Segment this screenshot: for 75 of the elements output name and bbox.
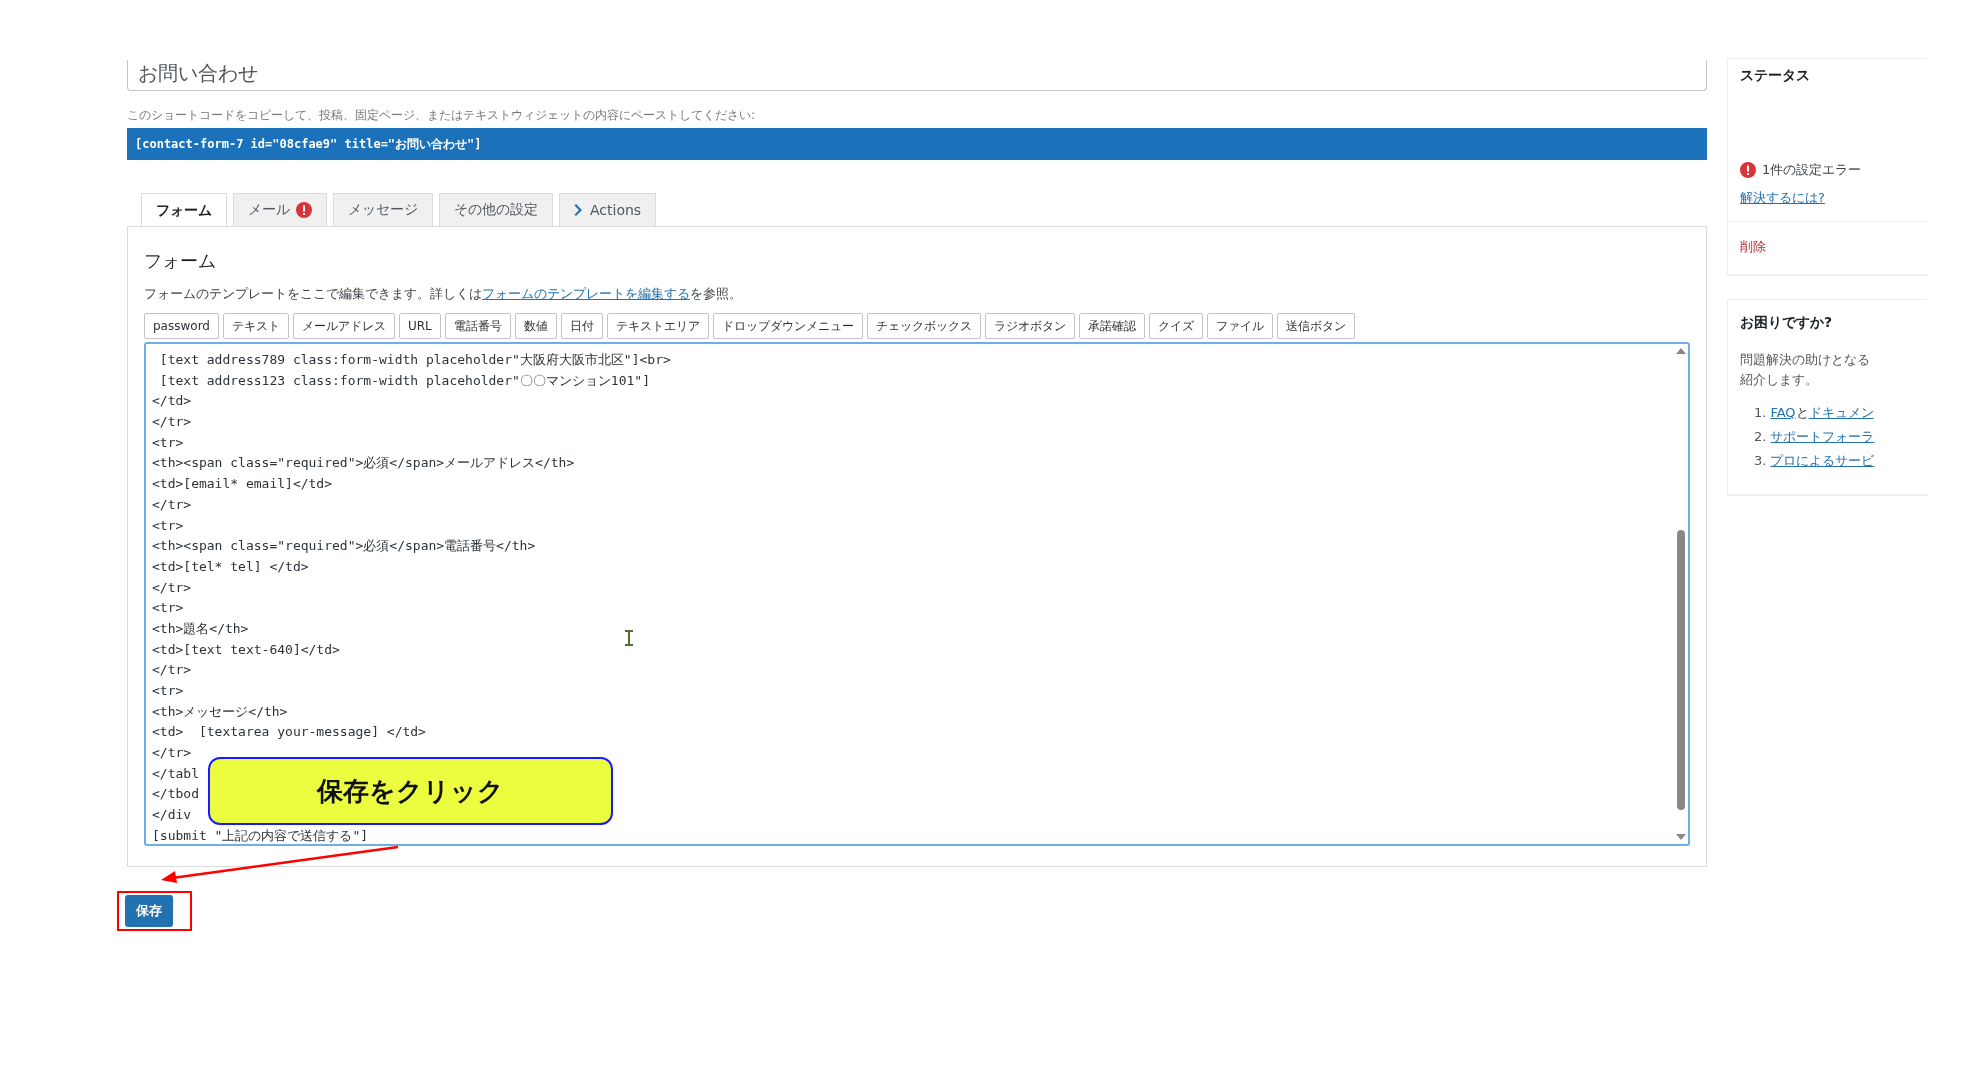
list-number: 1. — [1754, 405, 1767, 420]
tag-button[interactable]: テキストエリア — [606, 313, 709, 339]
tag-button[interactable]: テキスト — [223, 313, 289, 339]
tag-button[interactable]: チェックボックス — [866, 313, 981, 339]
tag-button[interactable]: 数値 — [514, 313, 557, 339]
help-link[interactable]: サポートフォーラ — [1770, 429, 1875, 444]
code-line: <tr> — [152, 599, 184, 618]
code-line: </div — [152, 806, 192, 825]
code-line: <tr> — [152, 682, 184, 700]
tag-button[interactable]: 電話番号 — [444, 313, 511, 339]
tag-button[interactable]: 承諾確認 — [1078, 313, 1145, 339]
tag-button[interactable]: ラジオボタン — [984, 313, 1075, 339]
help-link[interactable]: プロによるサービ — [1770, 453, 1875, 468]
code-line: [submit "上記の内容で送信する"] — [152, 826, 369, 845]
section-heading: フォーム — [144, 249, 217, 273]
help-text: と — [1795, 405, 1809, 420]
tag-button[interactable]: URL — [399, 313, 441, 339]
scroll-down-icon[interactable] — [1676, 834, 1686, 840]
shortcode-hint: このショートコードをコピーして、投稿、固定ページ、またはテキストウィジェットの内容にペーストしてください: — [127, 107, 757, 124]
code-line: </tr> — [152, 495, 192, 514]
tag-button[interactable]: ドロップダウンメニュー — [712, 313, 863, 339]
code-line: </tbod — [152, 785, 199, 804]
tab[interactable]: その他の設定 — [439, 193, 553, 226]
tab[interactable]: メッセージ — [333, 193, 433, 226]
tag-button[interactable]: 日付 — [560, 313, 603, 339]
box-heading: ステータス — [1740, 67, 1811, 85]
title-field[interactable]: お問い合わせ — [127, 60, 1707, 91]
code-line: <th><span class="required">必須</span>メールアドレス</th> — [152, 454, 575, 473]
box-heading: お困りですか? — [1740, 314, 1834, 332]
help-link[interactable]: 解決するには? — [1740, 189, 1927, 207]
shortcode-field[interactable]: [contact-form-7 id="08cfae9" title="お問い合わせ"] — [127, 128, 1707, 160]
save-button[interactable]: 保存 — [125, 895, 173, 927]
tab[interactable]: メール — [233, 193, 327, 226]
code-line: <td>[text text-640]</td> — [152, 640, 340, 659]
list-number: 3. — [1754, 453, 1767, 468]
code-line: </tr> — [152, 744, 192, 763]
code-line: <td>[tel* tel] </td> — [152, 557, 309, 576]
template-link[interactable]: フォームのテンプレートを編集する — [482, 286, 690, 301]
description: フォームのテンプレートをここで編集できます。詳しくはフォームのテンプレートを編集するを参照。 — [144, 285, 743, 303]
error-icon — [1740, 162, 1756, 178]
tag-button[interactable]: メールアドレス — [293, 313, 395, 339]
code-line: </tr> — [152, 661, 192, 680]
text-cursor-icon — [624, 630, 634, 646]
code-line: </tabl — [152, 764, 199, 783]
code-line: <tr> — [152, 516, 184, 535]
tab[interactable]: フォーム — [141, 193, 227, 227]
code-line: <td> [textarea your-message] </td> — [152, 723, 426, 742]
error-text: 1件の設定エラー — [1762, 161, 1862, 179]
tag-button[interactable]: 送信ボタン — [1276, 313, 1355, 339]
code-line: </tr> — [152, 413, 192, 432]
list-number: 2. — [1754, 429, 1767, 444]
template-editor[interactable] — [144, 342, 1690, 846]
scroll-thumb[interactable] — [1677, 530, 1685, 810]
tab[interactable]: Actions — [559, 193, 657, 226]
help-text: 問題解決の助けとなる — [1740, 351, 1871, 369]
error-icon — [296, 202, 312, 218]
help-link[interactable]: FAQ — [1770, 405, 1796, 420]
code-line: <th>題名</th> — [152, 619, 249, 638]
code-line: <th>メッセージ</th> — [152, 702, 288, 721]
scroll-up-icon[interactable] — [1676, 348, 1686, 354]
help-text: 紹介します。 — [1740, 371, 1819, 389]
help-link[interactable]: ドキュメン — [1808, 405, 1874, 420]
code-line: <td>[email* email]</td> — [152, 475, 332, 494]
tag-button[interactable]: クイズ — [1148, 313, 1203, 339]
code-line: </td> — [152, 392, 192, 411]
tag-button[interactable]: password — [144, 313, 219, 339]
delete-link[interactable]: 削除 — [1740, 239, 1766, 254]
code-line: [text address789 class:form-width placeholder"大阪府大阪市北区"]<br> — [158, 351, 671, 369]
code-line: </tr> — [152, 578, 192, 597]
tag-button[interactable]: ファイル — [1206, 313, 1273, 339]
code-line: <tr> — [152, 433, 184, 452]
chevron-icon — [574, 203, 584, 217]
code-line: [text address123 class:form-width placeholder"〇〇マンション101"] — [158, 371, 650, 390]
callout: 保存をクリック — [208, 757, 613, 825]
code-line: <th><span class="required">必須</span>電話番号</th> — [152, 537, 536, 556]
